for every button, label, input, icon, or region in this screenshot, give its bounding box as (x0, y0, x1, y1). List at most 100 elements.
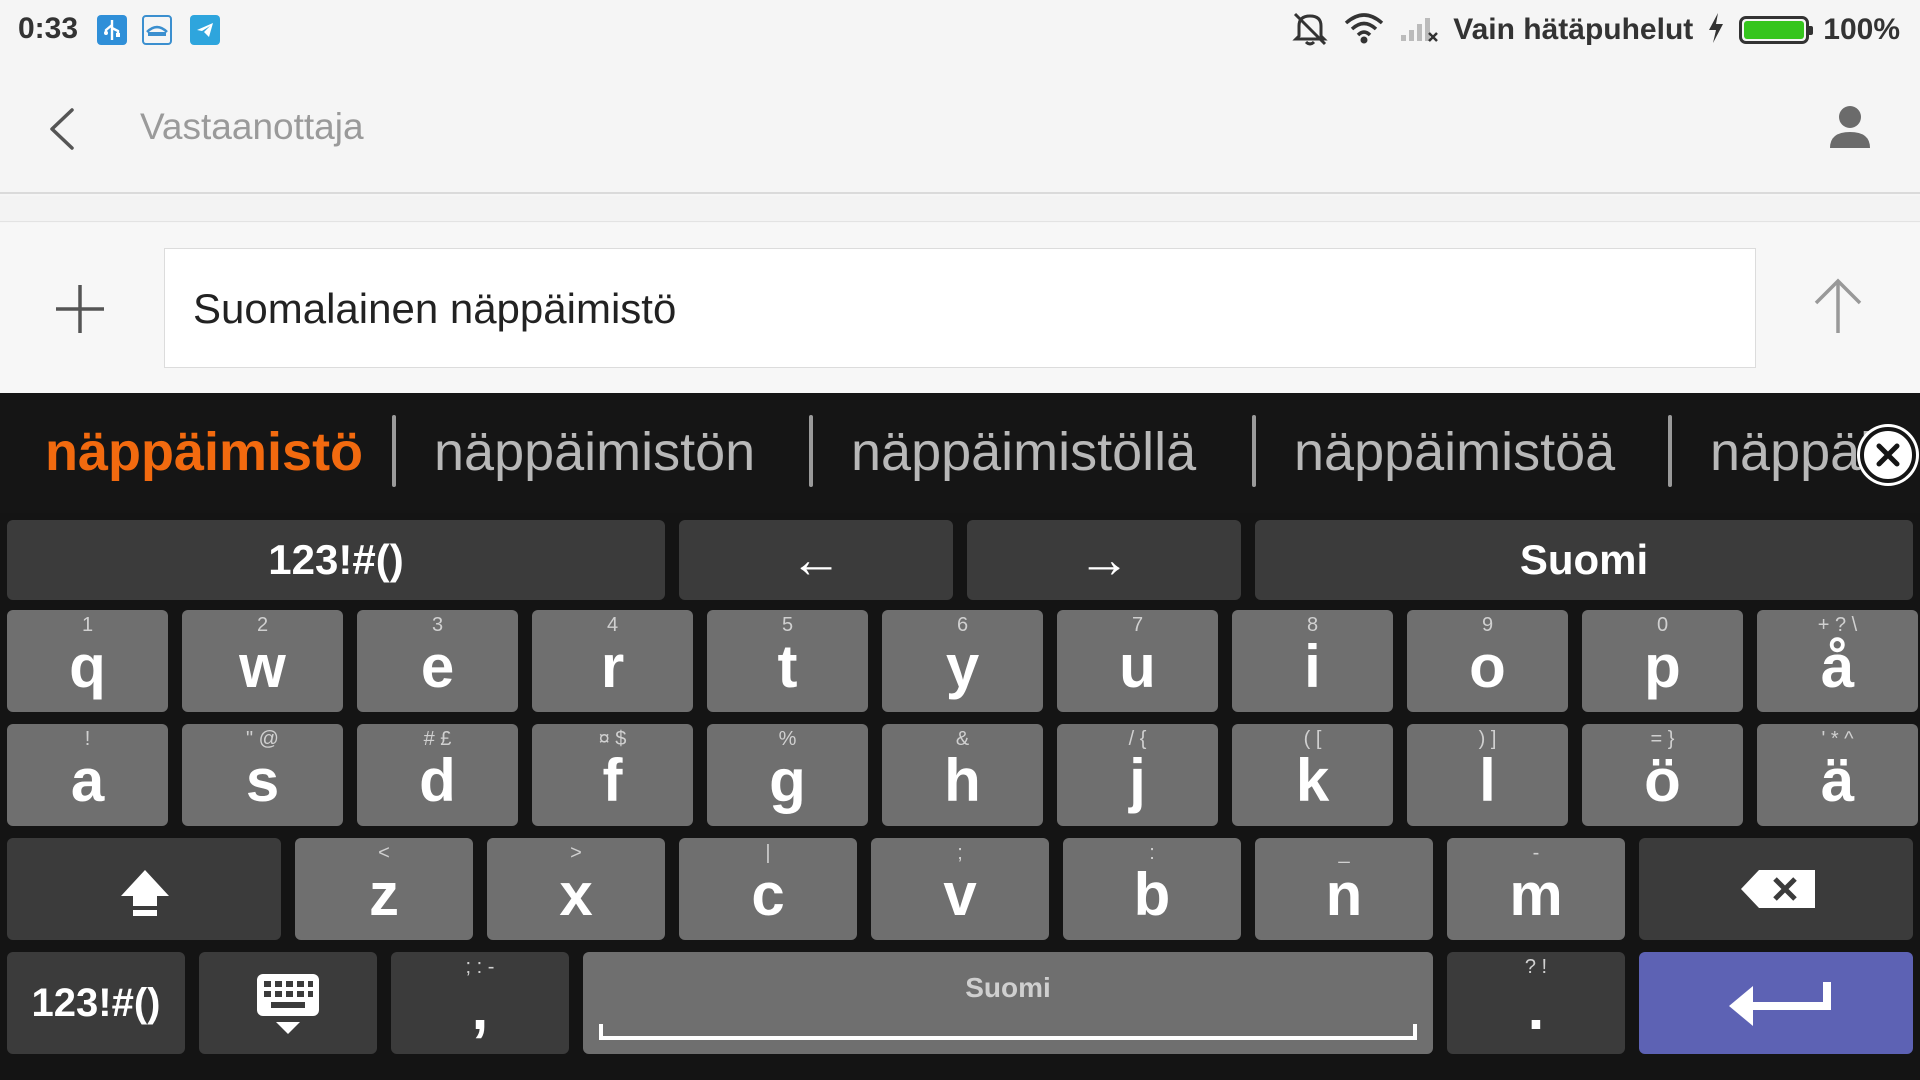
suggestion-1[interactable]: näppäimistö (45, 421, 363, 483)
recipient-field[interactable]: Vastaanottaja (140, 106, 364, 148)
on-screen-keyboard: näppäimistö näppäimistön näppäimistöllä … (0, 393, 1920, 1080)
key-ä[interactable]: ' * ^ ä (1757, 724, 1918, 826)
key-label: p (1644, 633, 1681, 700)
key-ö[interactable]: = } ö (1582, 724, 1743, 826)
key-label: z (369, 861, 399, 928)
key-label: x (559, 861, 593, 928)
symbols-key-bottom-label: 123!#() (31, 980, 161, 1025)
key-z[interactable]: < z (295, 838, 473, 940)
key-g[interactable]: % g (707, 724, 868, 826)
key-t[interactable]: 5t (707, 610, 868, 712)
symbols-key-bottom[interactable]: 123!#() (7, 952, 185, 1054)
key-l[interactable]: ) ] l (1407, 724, 1568, 826)
key-p[interactable]: 0p (1582, 610, 1743, 712)
arrow-up-icon (1814, 278, 1862, 333)
send-button[interactable] (1808, 275, 1868, 337)
key-h[interactable]: & h (882, 724, 1043, 826)
person-icon (1830, 106, 1870, 148)
arrow-left-icon: ← (790, 531, 842, 589)
key-label: k (1295, 747, 1330, 814)
message-input[interactable]: Suomalainen näppäimistö (164, 248, 1756, 368)
key-a[interactable]: ! a (7, 724, 168, 826)
shift-key[interactable] (7, 838, 281, 940)
cursor-right-key[interactable]: → (967, 520, 1241, 600)
wifi-icon (1343, 11, 1385, 50)
keyboard-settings-key[interactable] (199, 952, 377, 1054)
key-label: d (419, 747, 456, 814)
key-label: ö (1644, 747, 1681, 814)
key-x[interactable]: > x (487, 838, 665, 940)
key-d[interactable]: # £ d (357, 724, 518, 826)
key-label: u (1119, 633, 1156, 700)
suggestion-separator (1668, 415, 1672, 487)
key-s[interactable]: " @ s (182, 724, 343, 826)
key-c[interactable]: | c (679, 838, 857, 940)
key-label: o (1469, 633, 1506, 700)
enter-icon (1729, 982, 1831, 1026)
key-b[interactable]: :b (1063, 838, 1241, 940)
key-j[interactable]: / {j (1057, 724, 1218, 826)
key-label: ä (1820, 747, 1855, 814)
key-y[interactable]: 6y (882, 610, 1043, 712)
plus-icon (56, 285, 104, 333)
suggestion-5[interactable]: näppäi (1710, 421, 1872, 483)
key-r[interactable]: 4r (532, 610, 693, 712)
battery-percent: 100% (1823, 13, 1900, 46)
key-label: h (944, 747, 981, 814)
space-key[interactable]: Suomi (583, 952, 1433, 1054)
clock: 0:33 (18, 12, 79, 45)
compose-bar: Suomalainen näppäimistö (0, 223, 1920, 393)
status-bar: 0:33 Vain hätäpuhelut 100% (0, 0, 1920, 62)
key-v[interactable]: ; v (871, 838, 1049, 940)
comma-label: , (471, 975, 489, 1042)
close-suggestions-button[interactable] (1860, 427, 1916, 483)
key-label: q (69, 633, 106, 700)
key-k[interactable]: ( [k (1232, 724, 1393, 826)
arrow-right-icon: → (1078, 531, 1130, 589)
comma-key[interactable]: ; : - , (391, 952, 569, 1054)
close-icon (1876, 443, 1900, 467)
key-å[interactable]: + ? \ å (1757, 610, 1918, 712)
key-label: f (602, 747, 623, 814)
battery-fill (1744, 21, 1805, 39)
key-o[interactable]: 9o (1407, 610, 1568, 712)
key-m[interactable]: -m (1447, 838, 1625, 940)
language-key-label: Suomi (1519, 536, 1649, 583)
suggestion-4[interactable]: näppäimistöä (1294, 421, 1615, 483)
contacts-button[interactable] (1822, 100, 1878, 156)
conversation-header: Vastaanottaja (0, 62, 1920, 194)
symbols-key-label: 123!#() (268, 536, 404, 583)
keyboard-icon (257, 974, 319, 1034)
back-button[interactable] (38, 100, 90, 158)
symbols-key[interactable]: 123!#() (7, 520, 665, 600)
key-i[interactable]: 8i (1232, 610, 1393, 712)
key-q[interactable]: 1q (7, 610, 168, 712)
key-label: j (1129, 747, 1146, 814)
space-label: Suomi (965, 972, 1051, 1003)
language-key[interactable]: Suomi (1255, 520, 1913, 600)
key-u[interactable]: 7u (1057, 610, 1218, 712)
key-label: b (1133, 861, 1171, 928)
key-label: s (245, 747, 280, 814)
period-label: . (1527, 975, 1545, 1042)
suggestion-3[interactable]: näppäimistöllä (851, 421, 1196, 483)
suggestion-separator (392, 415, 396, 487)
attach-button[interactable] (52, 281, 108, 337)
key-label: l (1479, 747, 1496, 814)
suggestion-separator (1252, 415, 1256, 487)
backspace-key[interactable] (1639, 838, 1913, 940)
battery-icon (1739, 16, 1814, 44)
key-label: e (420, 633, 455, 700)
chevron-left-icon (50, 108, 74, 150)
cursor-left-key[interactable]: ← (679, 520, 953, 600)
key-f[interactable]: ¤ $ f (532, 724, 693, 826)
period-key[interactable]: ? ! . (1447, 952, 1625, 1054)
suggestion-strip: näppäimistö näppäimistön näppäimistöllä … (0, 393, 1920, 513)
space-bar-glyph (599, 1024, 1417, 1040)
key-e[interactable]: 3e (357, 610, 518, 712)
suggestion-2[interactable]: näppäimistön (434, 421, 755, 483)
telegram-icon (190, 15, 220, 45)
key-w[interactable]: 2w (182, 610, 343, 712)
key-n[interactable]: _ n (1255, 838, 1433, 940)
enter-key[interactable] (1639, 952, 1913, 1054)
